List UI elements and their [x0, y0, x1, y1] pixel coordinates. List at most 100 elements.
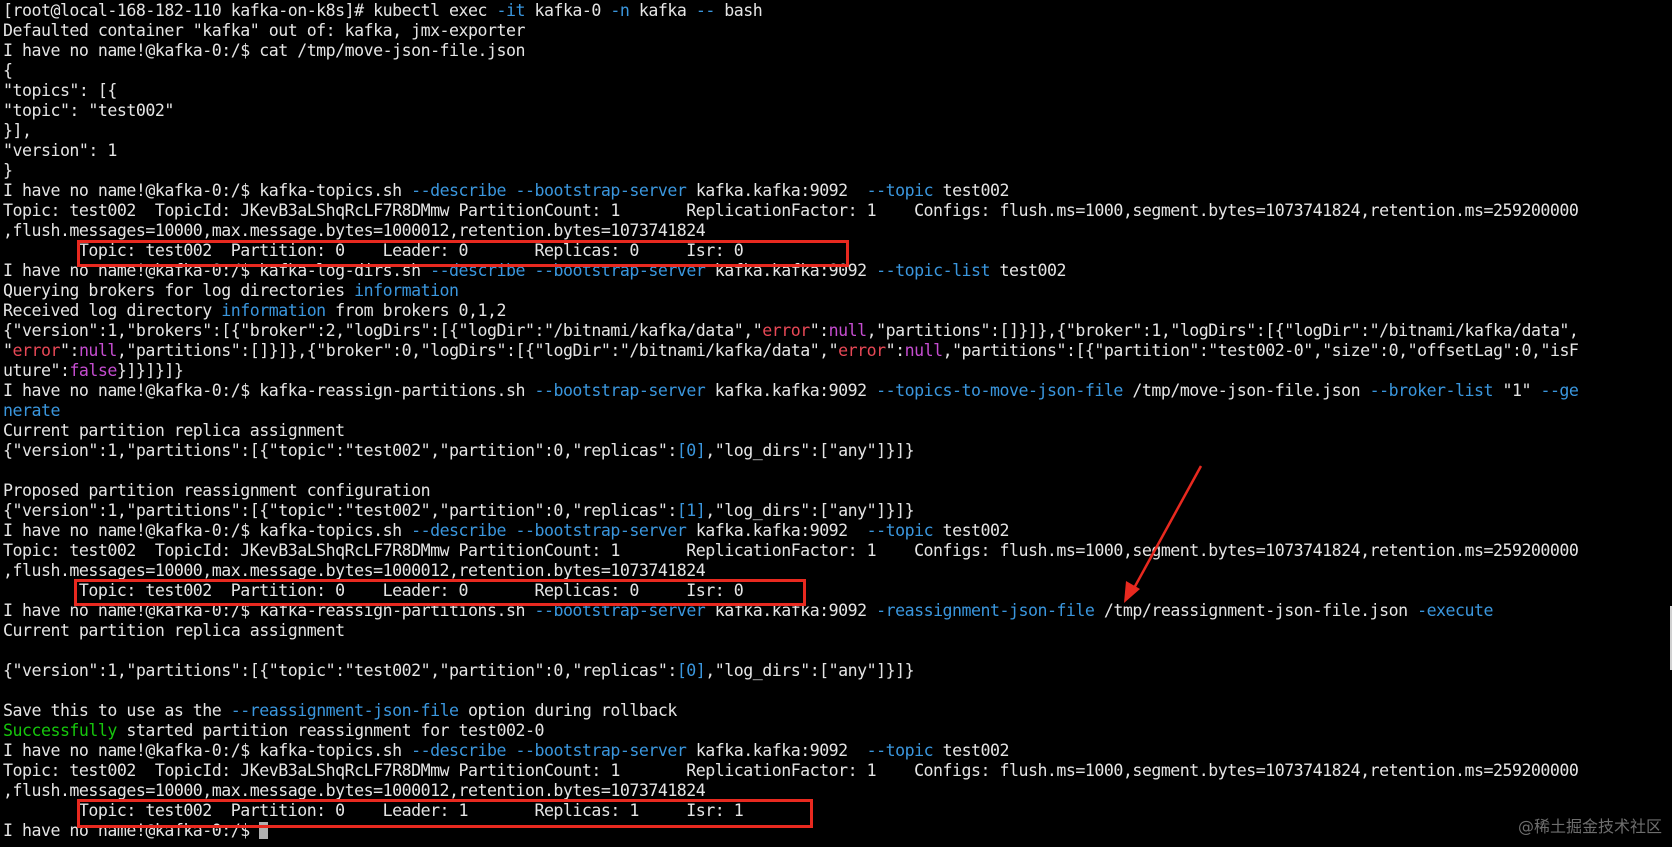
terminal-text-segment: --bootstrap-server: [515, 521, 687, 540]
terminal-text-segment: ,"log_dirs":["any"]}]}: [705, 501, 915, 520]
terminal-text-segment: I have no name!@kafka-0:/$ cat /tmp/move…: [3, 41, 525, 60]
terminal-text-segment: --bootstrap-server: [515, 181, 687, 200]
terminal-text-segment: --describe: [411, 181, 506, 200]
terminal-line: "topics": [{: [3, 81, 1578, 101]
terminal-text-segment: ":: [809, 321, 829, 340]
terminal-text-segment: kafka: [629, 1, 696, 20]
terminal-line: I have no name!@kafka-0:/$ kafka-topics.…: [3, 521, 1578, 541]
terminal-text-segment: Current partition replica assignment: [3, 621, 345, 640]
terminal-output: [root@local-168-182-110 kafka-on-k8s]# k…: [3, 1, 1579, 841]
terminal-text-segment: ":: [59, 341, 79, 360]
terminal-text-segment: }],: [3, 121, 32, 140]
terminal-text-segment: ,flush.messages=10000,max.message.bytes=…: [3, 781, 706, 800]
highlight-box-initial-partition: [77, 240, 849, 267]
terminal-text-segment: Defaulted container "kafka" out of: kafk…: [3, 21, 525, 40]
terminal-text-segment: [0]: [676, 441, 706, 460]
terminal-text-segment: Received log directory: [3, 301, 222, 320]
terminal-text-segment: -n: [610, 1, 630, 20]
terminal-text-segment: [0]: [676, 661, 706, 680]
terminal-line: ,flush.messages=10000,max.message.bytes=…: [3, 221, 1578, 241]
terminal-text-segment: ": [3, 341, 13, 360]
terminal-text-segment: ,flush.messages=10000,max.message.bytes=…: [3, 561, 706, 580]
terminal-text-segment: --ge: [1540, 381, 1579, 400]
terminal-text-segment: {"version":1,"partitions":[{"topic":"tes…: [3, 661, 677, 680]
terminal-line: Topic: test002 TopicId: JKevB3aLShqRcLF7…: [3, 761, 1579, 781]
terminal-text-segment: "version": 1: [3, 141, 117, 160]
terminal-text-segment: kafka.kafka:9092: [686, 181, 867, 200]
terminal-text-segment: ":: [885, 341, 905, 360]
terminal-text-segment: information: [221, 301, 326, 320]
terminal-text-segment: error: [12, 341, 61, 360]
terminal-text-segment: --topic: [866, 741, 934, 760]
terminal-text-segment: I have no name!@kafka-0:/$ kafka-topics.…: [3, 741, 412, 760]
terminal-text-segment: -reassignment-json-file: [876, 601, 1095, 620]
terminal-text-segment: }: [3, 161, 13, 180]
terminal-text-segment: null: [904, 341, 943, 360]
terminal-text-segment: --topic: [866, 521, 934, 540]
terminal-line: Topic: test002 TopicId: JKevB3aLShqRcLF7…: [3, 201, 1579, 221]
terminal-text-segment: [1]: [676, 501, 706, 520]
terminal-text-segment: --topics-to-move-json-file: [876, 381, 1123, 400]
terminal-text-segment: "1": [1493, 381, 1541, 400]
terminal-line: [root@local-168-182-110 kafka-on-k8s]# k…: [3, 1, 1578, 21]
terminal-line: "error":null,"partitions":[]}]},{"broker…: [3, 341, 1579, 361]
terminal-line: {: [3, 61, 1578, 81]
terminal-line: "version": 1: [3, 141, 1578, 161]
terminal-text-segment: ,"log_dirs":["any"]}]}: [705, 441, 915, 460]
terminal-line: I have no name!@kafka-0:/$ kafka-reassig…: [3, 381, 1579, 401]
terminal-line: ,flush.messages=10000,max.message.bytes=…: [3, 561, 1578, 581]
terminal-text-segment: {: [3, 61, 13, 80]
highlight-box-before-reassign: [74, 579, 806, 606]
terminal-text-segment: --bootstrap-server: [515, 741, 687, 760]
terminal-line: Current partition replica assignment: [3, 621, 1578, 641]
terminal-text-segment: uture":: [3, 361, 70, 380]
terminal-text-segment: --describe: [411, 741, 506, 760]
terminal-text-segment: ,flush.messages=10000,max.message.bytes=…: [3, 221, 706, 240]
terminal-line: Received log directory information from …: [3, 301, 1578, 321]
terminal-line: I have no name!@kafka-0:/$ cat /tmp/move…: [3, 41, 1578, 61]
terminal-line: Querying brokers for log directories inf…: [3, 281, 1578, 301]
terminal-text-segment: --bootstrap-server: [534, 381, 706, 400]
terminal-text-segment: test002: [933, 181, 1010, 200]
terminal-line: ,flush.messages=10000,max.message.bytes=…: [3, 781, 1578, 801]
terminal-text-segment: Current partition replica assignment: [3, 421, 345, 440]
terminal-text-segment: error: [838, 341, 886, 360]
terminal-window[interactable]: [root@local-168-182-110 kafka-on-k8s]# k…: [0, 0, 1672, 847]
terminal-line: I have no name!@kafka-0:/$ kafka-topics.…: [3, 741, 1578, 761]
terminal-text-segment: kafka.kafka:9092: [705, 381, 877, 400]
terminal-line: Proposed partition reassignment configur…: [3, 481, 1578, 501]
terminal-line: Save this to use as the --reassignment-j…: [3, 701, 1578, 721]
highlight-box-after-reassign: [77, 799, 813, 828]
terminal-text-segment: started partition reassignment for test0…: [116, 721, 544, 740]
terminal-text-segment: kafka.kafka:9092: [686, 741, 867, 760]
terminal-text-segment: /tmp/reassignment-json-file.json: [1094, 601, 1418, 620]
terminal-text-segment: Topic: test002 TopicId: JKevB3aLShqRcLF7…: [3, 541, 1579, 560]
terminal-line: {"version":1,"brokers":[{"broker":2,"log…: [3, 321, 1579, 341]
terminal-text-segment: null: [828, 321, 867, 340]
terminal-text-segment: {"version":1,"partitions":[{"topic":"tes…: [3, 501, 677, 520]
terminal-text-segment: Topic: test002 TopicId: JKevB3aLShqRcLF7…: [3, 761, 1579, 780]
terminal-text-segment: --: [695, 1, 715, 20]
terminal-text-segment: ,"partitions":[{"partition":"test002-0",…: [942, 341, 1579, 360]
terminal-text-segment: from brokers 0,1,2: [325, 301, 507, 320]
terminal-text-segment: --topic: [866, 181, 934, 200]
terminal-text-segment: kafka.kafka:9092: [686, 521, 867, 540]
terminal-line: {"version":1,"partitions":[{"topic":"tes…: [3, 661, 1578, 681]
terminal-text-segment: Save this to use as the: [3, 701, 231, 720]
terminal-text-segment: --reassignment-json-file: [230, 701, 459, 720]
terminal-text-segment: Successfully: [3, 721, 117, 740]
terminal-text-segment: Topic: test002 TopicId: JKevB3aLShqRcLF7…: [3, 201, 1579, 220]
terminal-text-segment: option during rollback: [458, 701, 677, 720]
terminal-line: }],: [3, 121, 1578, 141]
terminal-line: Defaulted container "kafka" out of: kafk…: [3, 21, 1578, 41]
terminal-text-segment: Proposed partition reassignment configur…: [3, 481, 431, 500]
terminal-text-segment: nerate: [3, 401, 60, 420]
terminal-text-segment: I have no name!@kafka-0:/$ kafka-reassig…: [3, 381, 535, 400]
terminal-text-segment: -execute: [1417, 601, 1494, 620]
terminal-text-segment: --broker-list: [1369, 381, 1494, 400]
